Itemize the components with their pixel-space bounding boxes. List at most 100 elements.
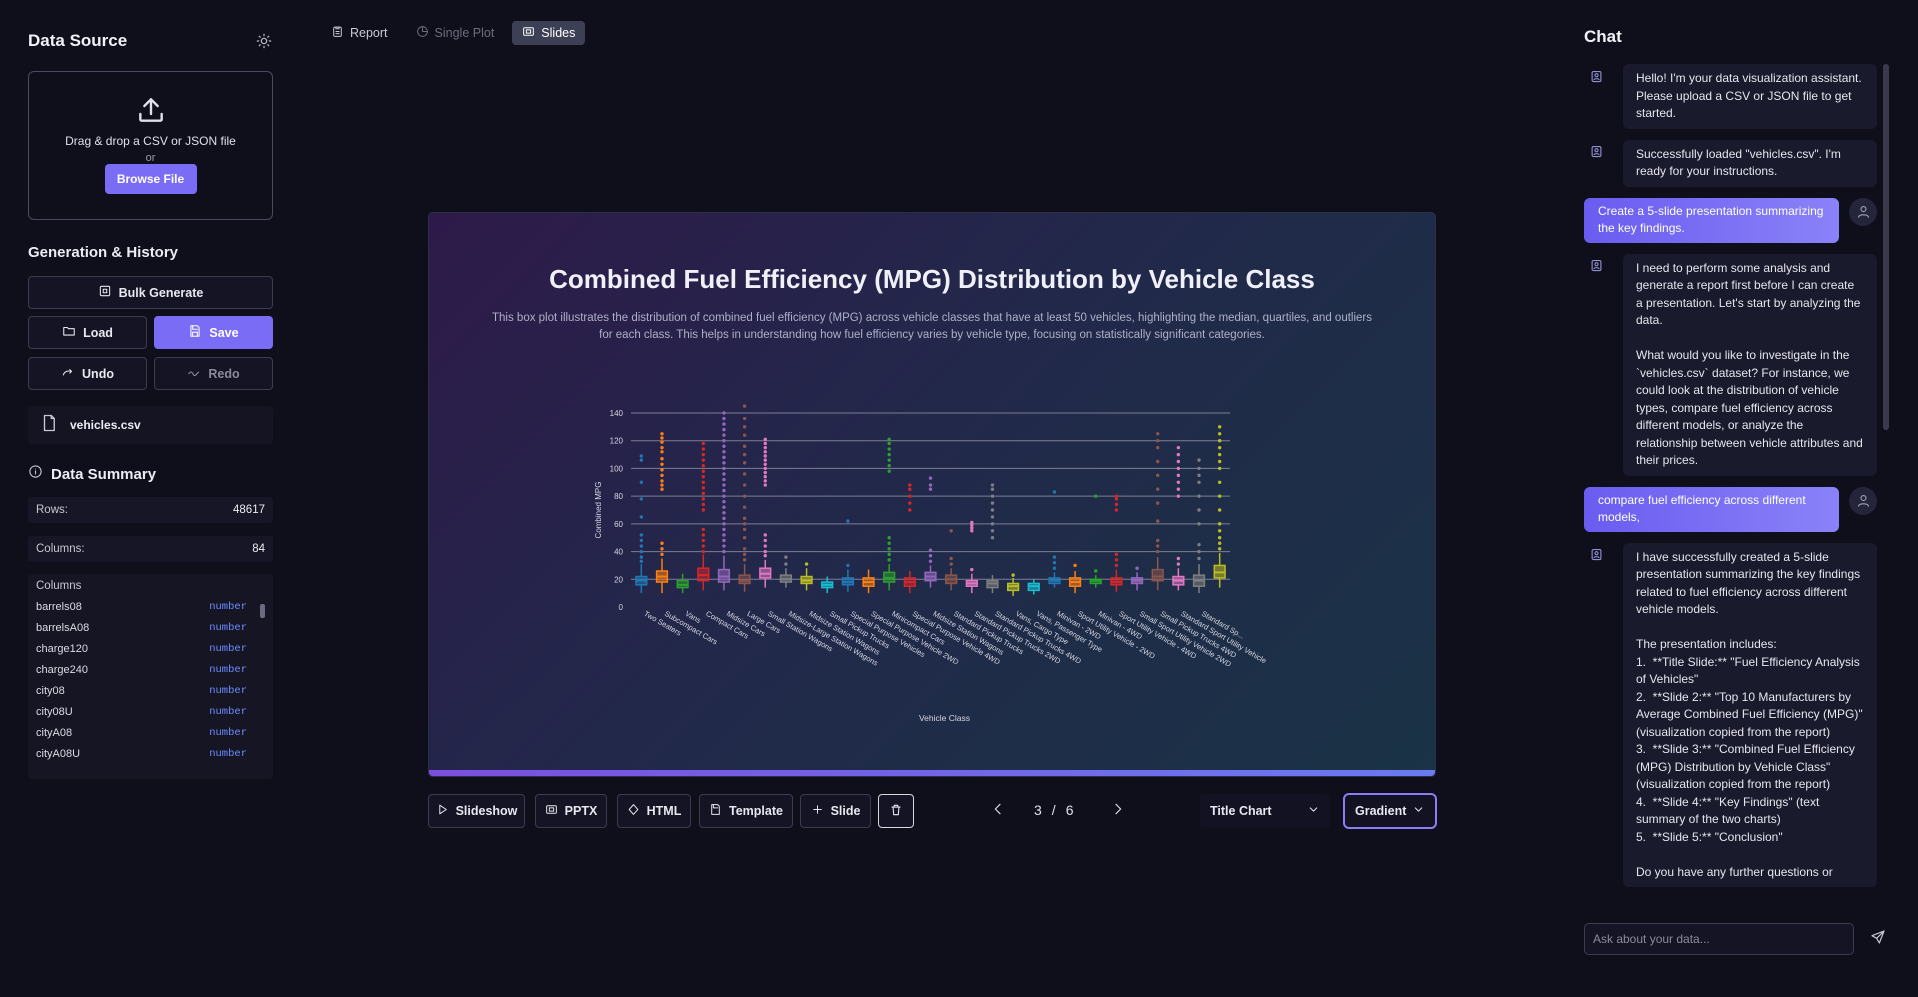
outlier-point [1176,445,1181,450]
outlier-point [949,529,953,533]
prev-slide-button[interactable] [983,796,1013,826]
tab-report[interactable]: Report [321,21,398,45]
outlier-point [1052,490,1057,494]
outlier-point [660,432,664,436]
outlier-point [887,452,891,457]
outlier-point [639,555,644,559]
columns-summary: Columns: 84 [28,536,273,562]
columns-list-panel[interactable]: Columns barrels08 number barrelsA08 number c… [28,574,273,779]
outlier-point [1052,560,1057,565]
tab-single-plot[interactable]: Single Plot [406,21,505,45]
outlier-point [763,544,767,548]
outlier-point [1197,508,1201,512]
outlier-point [722,461,726,465]
outlier-point [1197,494,1201,498]
save-button[interactable]: Save [154,316,273,349]
bulk-generate-button[interactable]: Bulk Generate [28,276,273,309]
outlier-point [1114,552,1119,557]
slide-canvas[interactable]: Combined Fuel Efficiency (MPG) Distribut… [428,212,1436,777]
delete-slide-button[interactable] [878,794,914,828]
outlier-point [639,515,644,519]
column-item: barrelsA08 number [36,617,247,638]
template-button[interactable]: Template [699,794,793,828]
outlier-point [639,544,644,548]
slide-pager: 3 / 6 [1034,802,1073,818]
outlier-point [1114,558,1119,562]
next-slide-button[interactable] [1103,796,1133,826]
outlier-point [1176,487,1181,491]
box-group [1213,425,1226,588]
theme-toggle-sun-icon[interactable] [256,33,272,54]
outlier-point [722,466,726,471]
outlier-point [1217,494,1222,498]
outlier-point [1197,522,1201,526]
redo-icon [187,365,201,382]
loaded-file-item[interactable]: vehicles.csv [28,406,273,444]
file-icon [40,414,58,437]
assistant-message: I have successfully created a 5-slide pr… [1584,542,1877,887]
outlier-point [1197,542,1201,547]
outlier-point [742,552,747,557]
column-item: charge240 number [36,659,247,680]
outlier-point [1176,459,1181,464]
outlier-point [887,552,891,557]
outlier-point [660,483,664,487]
outlier-point [887,558,891,562]
outlier-point [742,444,747,448]
load-button[interactable]: Load [28,316,147,349]
outlier-point [639,559,644,563]
outlier-point [660,473,664,478]
outlier-point [639,497,644,501]
outlier-point [908,508,912,512]
slide-accent-bar [429,770,1435,776]
outlier-point [660,552,664,557]
layout-select[interactable]: Title Chart [1200,794,1330,828]
outlier-point [722,427,726,432]
theme-select-value: Gradient [1355,804,1407,818]
outlier-point [763,445,767,450]
chat-scrollbar[interactable] [1883,64,1889,430]
outlier-point [722,416,726,421]
slideshow-button[interactable]: Slideshow [428,794,525,828]
pptx-export-button[interactable]: PPTX [535,794,607,828]
outlier-point [928,548,933,552]
html-export-button[interactable]: HTML [617,794,691,828]
outlier-point [763,466,767,471]
slides-icon [522,25,535,41]
slide-title: Combined Fuel Efficiency (MPG) Distribut… [549,264,1315,294]
y-tick-label: 140 [610,409,624,418]
outlier-point [701,480,705,484]
chat-title: Chat [1584,27,1622,46]
outlier-point [1197,466,1201,471]
outlier-point [722,505,726,509]
outlier-point [763,533,767,537]
tab-slides[interactable]: Slides [512,21,586,45]
user-message: Create a 5-slide presentation summarizin… [1584,197,1877,243]
bulk-generate-label: Bulk Generate [118,285,204,300]
browse-file-button[interactable]: Browse File [104,164,197,194]
rows-summary: Rows: 48617 [28,497,273,523]
outlier-point [1114,508,1119,512]
add-slide-button[interactable]: Slide [800,794,871,828]
outlier-point [1156,487,1160,491]
columns-value: 84 [252,543,265,555]
outlier-point [742,536,747,540]
send-button[interactable] [1862,923,1894,955]
outlier-point [722,549,726,554]
outlier-point [1114,563,1119,568]
user-avatar-icon [1849,197,1877,226]
outlier-point [990,483,995,487]
redo-button[interactable]: Redo [154,357,273,390]
outlier-point [660,487,664,491]
undo-label: Undo [82,366,114,381]
outlier-point [701,491,705,496]
chat-input[interactable]: Ask about your data... [1584,923,1854,955]
outlier-point [1217,508,1222,512]
theme-select[interactable]: Gradient [1343,793,1437,829]
undo-button[interactable]: Undo [28,357,147,390]
outlier-point [763,454,767,458]
file-dropzone[interactable]: Drag & drop a CSV or JSON file or Browse… [28,71,273,220]
columns-scrollbar[interactable] [260,604,265,618]
outlier-point [1217,445,1222,450]
outlier-point [887,463,891,468]
